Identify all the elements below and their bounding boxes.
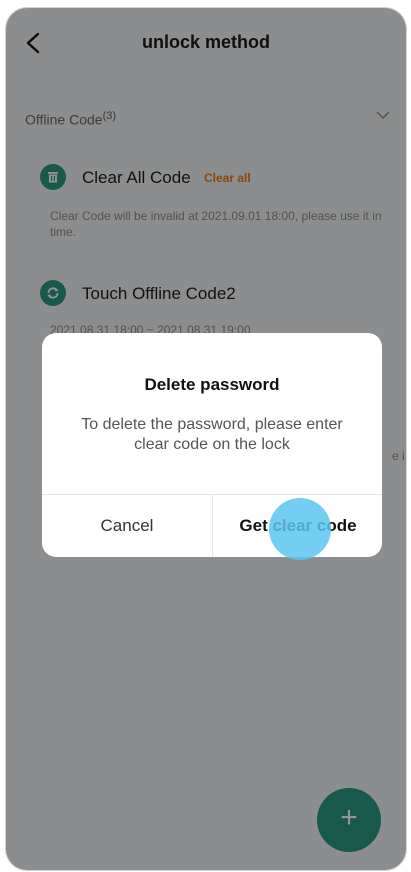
dialog-message: To delete the password, please enter cle… — [81, 416, 343, 453]
cancel-button[interactable]: Cancel — [42, 495, 212, 557]
delete-password-dialog: Delete password To delete the password, … — [42, 333, 382, 557]
touch-indicator — [269, 498, 331, 560]
phone-screen: unlock method Offline Code(3) Clear All … — [5, 7, 407, 871]
dialog-title: Delete password — [144, 375, 280, 394]
